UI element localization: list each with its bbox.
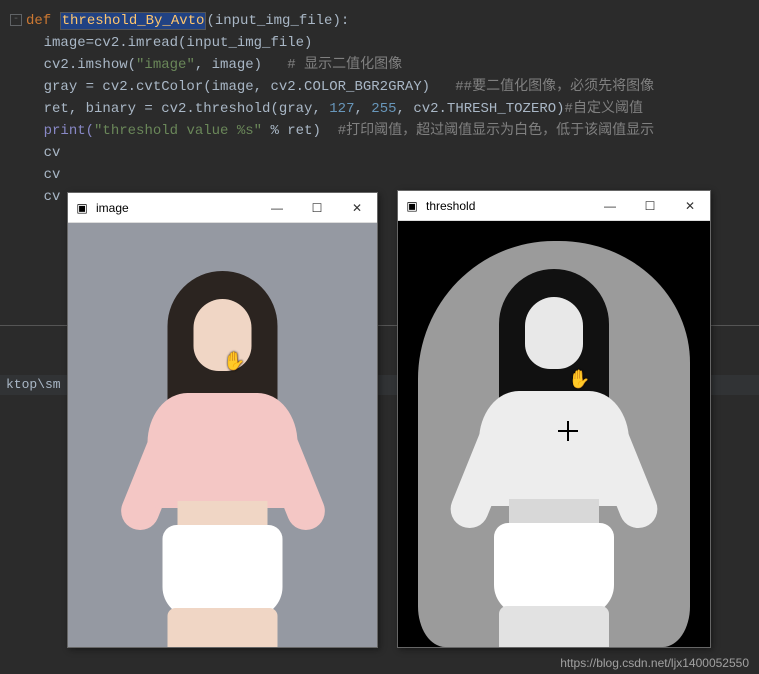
figure-top xyxy=(148,393,298,508)
code-text: , cv2.THRESH_TOZERO) xyxy=(397,101,565,117)
function-name-highlighted[interactable]: threshold_By_Avto xyxy=(60,12,207,30)
window-image[interactable]: ▣ image — ☐ ✕ ✋ xyxy=(67,192,378,648)
code-line-8[interactable]: cv xyxy=(10,164,759,186)
builtin-print: print( xyxy=(44,123,94,139)
code-line-2[interactable]: image=cv2.imread(input_img_file) xyxy=(10,32,759,54)
code-line-1[interactable]: -def threshold_By_Avto(input_img_file): xyxy=(10,10,759,32)
string-literal: "image" xyxy=(136,57,195,73)
threshold-viewport[interactable]: ✋ xyxy=(398,221,710,647)
comment: # 显示二值化图像 xyxy=(287,57,402,73)
window-buttons: — ☐ ✕ xyxy=(590,191,710,221)
comment: #打印阈值，超过阈值显示为白色，低于该阈值显示 xyxy=(338,123,654,139)
code-line-3[interactable]: cv2.imshow("image", image) # 显示二值化图像 xyxy=(10,54,759,76)
window-title: threshold xyxy=(426,199,590,213)
close-button[interactable]: ✕ xyxy=(337,193,377,223)
code-editor[interactable]: -def threshold_By_Avto(input_img_file): … xyxy=(0,0,759,208)
code-text: cv2.imshow( xyxy=(44,57,136,73)
code-text: cv xyxy=(44,145,61,161)
code-text: , image) xyxy=(195,57,287,73)
minimize-icon: — xyxy=(604,199,616,213)
code-text: image=cv2.imread(input_img_file) xyxy=(44,35,313,51)
window-threshold[interactable]: ▣ threshold — ☐ ✕ ✋ xyxy=(397,190,711,648)
crosshair-icon xyxy=(558,421,578,441)
fold-marker[interactable]: - xyxy=(10,14,22,26)
string-literal: "threshold value %s" xyxy=(94,123,262,139)
comment: ##要二值化图像，必须先将图像 xyxy=(455,79,654,95)
photo-content-bw xyxy=(398,221,710,647)
maximize-icon: ☐ xyxy=(645,199,656,213)
code-text: cv xyxy=(44,167,61,183)
code-text: % ret) xyxy=(262,123,338,139)
maximize-button[interactable]: ☐ xyxy=(630,191,670,221)
keyword-def: def xyxy=(26,13,60,29)
maximize-icon: ☐ xyxy=(312,201,323,215)
image-viewport[interactable]: ✋ xyxy=(68,223,377,647)
figure-face xyxy=(525,297,583,369)
close-icon: ✕ xyxy=(352,201,362,215)
figure-legs xyxy=(499,606,609,647)
code-line-4[interactable]: gray = cv2.cvtColor(image, cv2.COLOR_BGR… xyxy=(10,76,759,98)
code-text: ret, binary = cv2.threshold(gray, xyxy=(44,101,330,117)
window-title: image xyxy=(96,201,257,215)
path-left: ktop\sm xyxy=(6,377,61,392)
window-buttons: — ☐ ✕ xyxy=(257,193,377,223)
photo-content xyxy=(68,223,377,647)
minimize-icon: — xyxy=(271,201,283,215)
close-icon: ✕ xyxy=(685,199,695,213)
close-button[interactable]: ✕ xyxy=(670,191,710,221)
watermark-text: https://blog.csdn.net/ljx1400052550 xyxy=(560,656,749,670)
comment: #自定义阈值 xyxy=(565,101,643,117)
code-line-7[interactable]: cv xyxy=(10,142,759,164)
titlebar-threshold[interactable]: ▣ threshold — ☐ ✕ xyxy=(398,191,710,221)
code-text: , xyxy=(354,101,371,117)
titlebar-image[interactable]: ▣ image — ☐ ✕ xyxy=(68,193,377,223)
code-line-5[interactable]: ret, binary = cv2.threshold(gray, 127, 2… xyxy=(10,98,759,120)
minimize-button[interactable]: — xyxy=(590,191,630,221)
app-icon: ▣ xyxy=(404,198,420,214)
figure-shorts xyxy=(494,523,614,615)
figure-legs xyxy=(168,608,278,647)
hand-cursor-icon: ✋ xyxy=(223,351,243,371)
figure-top xyxy=(479,391,629,506)
code-line-6[interactable]: print("threshold value %s" % ret) #打印阈值，… xyxy=(10,120,759,142)
app-icon: ▣ xyxy=(74,200,90,216)
code-text: cv xyxy=(44,189,61,205)
maximize-button[interactable]: ☐ xyxy=(297,193,337,223)
minimize-button[interactable]: — xyxy=(257,193,297,223)
figure-shorts xyxy=(163,525,283,617)
hand-cursor-icon: ✋ xyxy=(568,369,588,389)
number-literal: 127 xyxy=(329,101,354,117)
code-text: (input_img_file): xyxy=(206,13,349,29)
number-literal: 255 xyxy=(371,101,396,117)
code-text: gray = cv2.cvtColor(image, cv2.COLOR_BGR… xyxy=(44,79,456,95)
